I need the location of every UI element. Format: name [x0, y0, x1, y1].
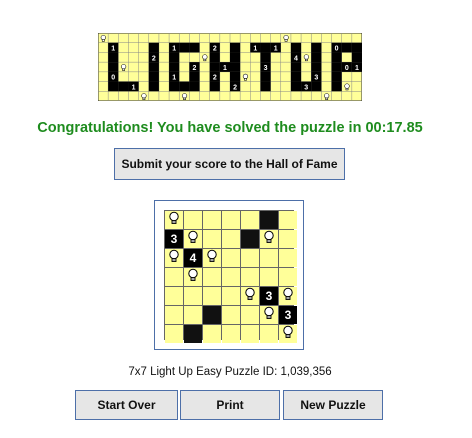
- bulb-cell[interactable]: [184, 268, 202, 286]
- lit-cell[interactable]: [165, 287, 183, 305]
- logo-clue-digit: 3: [304, 84, 308, 91]
- wall-cell: [260, 211, 278, 229]
- light-up-logo: 12122121343010 113021: [98, 33, 362, 101]
- lightbulb-icon: [206, 249, 218, 268]
- wall-cell: [203, 306, 221, 324]
- lit-cell[interactable]: [203, 325, 221, 343]
- bulb-cell[interactable]: [165, 211, 183, 229]
- lit-cell[interactable]: [241, 325, 259, 343]
- logo-clue-digit: 1: [172, 75, 176, 82]
- clue-cell: 3: [260, 287, 278, 305]
- lit-cell[interactable]: [241, 211, 259, 229]
- lit-cell[interactable]: [184, 306, 202, 324]
- lit-cell[interactable]: [279, 230, 297, 248]
- start-over-button[interactable]: Start Over: [75, 390, 178, 420]
- clue-cell: 3: [165, 230, 183, 248]
- wall-cell: [184, 325, 202, 343]
- puzzle-info: 7x7 Light Up Easy Puzzle ID: 1,039,356: [128, 366, 332, 378]
- lit-cell[interactable]: [241, 268, 259, 286]
- bulb-cell[interactable]: [260, 306, 278, 324]
- lit-cell[interactable]: [222, 268, 240, 286]
- logo-clue-digit: 1: [111, 46, 115, 53]
- lit-cell[interactable]: [222, 230, 240, 248]
- lightbulb-icon: [263, 230, 275, 249]
- lit-cell[interactable]: [241, 249, 259, 267]
- lightbulb-icon: [168, 249, 180, 268]
- lit-cell[interactable]: [203, 268, 221, 286]
- lightbulb-icon: [168, 211, 180, 230]
- bulb-cell[interactable]: [279, 287, 297, 305]
- lit-cell[interactable]: [203, 287, 221, 305]
- logo-clue-digit: 1: [132, 84, 136, 91]
- lit-cell[interactable]: [279, 211, 297, 229]
- lit-cell[interactable]: [165, 306, 183, 324]
- lit-cell[interactable]: [203, 230, 221, 248]
- lit-cell[interactable]: [222, 211, 240, 229]
- lightbulb-icon: [282, 287, 294, 306]
- bulb-cell[interactable]: [184, 230, 202, 248]
- logo-clue-digit: 2: [152, 55, 156, 62]
- clue-cell: 4: [184, 249, 202, 267]
- bulb-cell[interactable]: [203, 249, 221, 267]
- logo-clue-digit: 1: [172, 46, 176, 53]
- logo-clue-digit: 1: [355, 65, 359, 72]
- logo-clue-digit: 3: [264, 65, 268, 72]
- puzzle-board: 3433: [164, 210, 297, 343]
- logo-clue-digit: 2: [213, 46, 217, 53]
- puzzle-board-frame: 3433: [154, 200, 304, 350]
- status-message: Congratulations! You have solved the puz…: [37, 120, 423, 136]
- logo-clue-digit: 2: [213, 75, 217, 82]
- lit-cell[interactable]: [222, 306, 240, 324]
- lit-cell[interactable]: [260, 249, 278, 267]
- submit-score-button[interactable]: Submit your score to the Hall of Fame: [114, 148, 345, 180]
- lightbulb-icon: [282, 325, 294, 344]
- bulb-cell[interactable]: [165, 249, 183, 267]
- logo-clue-digit: 0: [335, 46, 339, 53]
- logo-clue-digit: 1: [253, 46, 257, 53]
- clue-cell: 3: [279, 306, 297, 324]
- print-button[interactable]: Print: [180, 390, 280, 420]
- logo-clue-digit: 4: [294, 55, 298, 62]
- wall-cell: [241, 230, 259, 248]
- logo-clue-digit: 2: [193, 65, 197, 72]
- lit-cell[interactable]: [165, 325, 183, 343]
- lit-cell[interactable]: [165, 268, 183, 286]
- lit-cell[interactable]: [279, 268, 297, 286]
- lightbulb-icon: [187, 268, 199, 287]
- logo-clue-digit: 0: [345, 65, 349, 72]
- new-puzzle-button[interactable]: New Puzzle: [283, 390, 383, 420]
- lit-cell[interactable]: [222, 249, 240, 267]
- logo-clue-digit: 0: [111, 75, 115, 82]
- lit-cell[interactable]: [203, 211, 221, 229]
- logo-clue-digit: 3: [314, 75, 318, 82]
- lightbulb-icon: [244, 287, 256, 306]
- logo-clue-digit: 2: [233, 84, 237, 91]
- bulb-cell[interactable]: [260, 230, 278, 248]
- lit-cell[interactable]: [222, 287, 240, 305]
- lit-cell[interactable]: [222, 325, 240, 343]
- bulb-cell[interactable]: [241, 287, 259, 305]
- lit-cell[interactable]: [260, 268, 278, 286]
- logo-clue-digit: 1: [223, 65, 227, 72]
- bulb-cell[interactable]: [279, 325, 297, 343]
- logo-clue-digit: 1: [274, 46, 278, 53]
- lit-cell[interactable]: [260, 325, 278, 343]
- lit-cell[interactable]: [279, 249, 297, 267]
- lit-cell[interactable]: [241, 306, 259, 324]
- lightbulb-icon: [187, 230, 199, 249]
- lightbulb-icon: [263, 306, 275, 325]
- lit-cell[interactable]: [184, 287, 202, 305]
- lit-cell[interactable]: [184, 211, 202, 229]
